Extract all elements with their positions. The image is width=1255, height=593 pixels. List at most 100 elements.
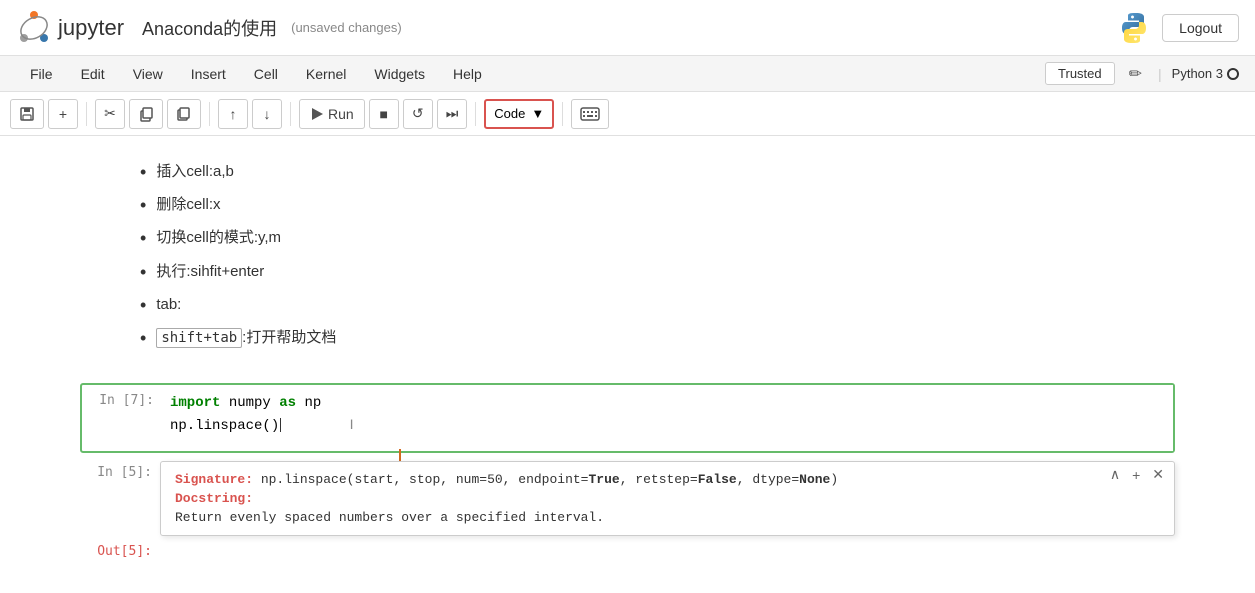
menubar: File Edit View Insert Cell Kernel Widget… xyxy=(0,56,1255,92)
keyword-as: as xyxy=(279,395,296,411)
docstring-line: Docstring: xyxy=(175,491,1160,506)
output-out-row: Out[5]: xyxy=(80,540,1175,559)
trusted-button[interactable]: Trusted xyxy=(1045,62,1115,85)
bullet-text-1: 插入cell:a,b xyxy=(156,160,234,184)
signature-label: Signature: xyxy=(175,472,253,487)
copy-icon xyxy=(138,106,154,122)
toolbar-separator-5 xyxy=(562,102,563,126)
toolbar-separator-1 xyxy=(86,102,87,126)
menu-widgets[interactable]: Widgets xyxy=(360,60,439,88)
menu-help[interactable]: Help xyxy=(439,60,496,88)
notebook-title[interactable]: Anaconda的使用 xyxy=(142,15,277,41)
topbar: jupyter Anaconda的使用 (unsaved changes) Lo… xyxy=(0,0,1255,56)
code-text-numpy: numpy xyxy=(229,395,279,411)
cell-type-select[interactable]: Code ▼ xyxy=(484,99,554,129)
output-out-sidebar: Out[5]: xyxy=(80,540,160,559)
list-item: • 插入cell:a,b xyxy=(140,160,1175,185)
docstring-label: Docstring: xyxy=(175,491,253,506)
out-label-5: Out[5]: xyxy=(97,544,152,559)
kernel-info: Python 3 xyxy=(1172,66,1239,81)
separator: | xyxy=(1158,66,1162,82)
list-item: • tab: xyxy=(140,293,1175,318)
logo-text: jupyter xyxy=(58,15,124,41)
bullet-dot: • xyxy=(140,260,146,285)
cut-button[interactable]: ✂ xyxy=(95,99,125,129)
tooltip-controls: ∧ + ✕ xyxy=(1108,466,1166,483)
code-linspace: np.linspace() xyxy=(170,418,281,434)
highlight-shift-tab: shift+tab xyxy=(156,328,242,348)
bullet-dot: • xyxy=(140,293,146,318)
logout-button[interactable]: Logout xyxy=(1162,14,1239,42)
docstring-text: Return evenly spaced numbers over a spec… xyxy=(175,510,1160,525)
list-item: • shift+tab:打开帮助文档 xyxy=(140,326,1175,351)
output-section: In [5]: ∧ + ✕ Signature: np.linspace(sta… xyxy=(80,461,1175,559)
topbar-right: Logout xyxy=(1116,10,1239,46)
signature-line: Signature: np.linspace(start, stop, num=… xyxy=(175,472,1160,487)
cell-input-7[interactable]: import numpy as np np.linspace() I xyxy=(162,385,1173,451)
keyboard-icon xyxy=(580,107,600,121)
menu-insert[interactable]: Insert xyxy=(177,60,240,88)
bullet-text-6: shift+tab:打开帮助文档 xyxy=(156,326,336,350)
output-in-sidebar: In [5]: xyxy=(80,461,160,480)
code-line-1: import numpy as np xyxy=(170,393,1165,414)
menu-edit[interactable]: Edit xyxy=(67,60,119,88)
keyword-import: import xyxy=(170,395,220,411)
notebook-content: • 插入cell:a,b • 删除cell:x • 切换cell的模式:y,m … xyxy=(0,152,1255,559)
menubar-left: File Edit View Insert Cell Kernel Widget… xyxy=(16,60,496,88)
toolbar-separator-2 xyxy=(209,102,210,126)
jupyter-logo: jupyter xyxy=(16,10,124,46)
tooltip-close-button[interactable]: ✕ xyxy=(1150,466,1166,483)
main-content: • 插入cell:a,b • 删除cell:x • 切换cell的模式:y,m … xyxy=(0,136,1255,593)
edit-notebook-icon[interactable]: ✏ xyxy=(1123,62,1148,86)
restart-button[interactable]: ↺ xyxy=(403,99,433,129)
move-down-button[interactable]: ↓ xyxy=(252,99,282,129)
code-text-np: np xyxy=(304,395,321,411)
toolbar-separator-4 xyxy=(475,102,476,126)
cell-sidebar-7: In [7]: xyxy=(82,385,162,451)
cursor xyxy=(280,418,281,432)
run-label: Run xyxy=(328,106,354,122)
menu-view[interactable]: View xyxy=(119,60,177,88)
kernel-label: Python 3 xyxy=(1172,66,1223,81)
menubar-right: Trusted ✏ | Python 3 xyxy=(1045,62,1239,86)
code-line-2: np.linspace() I xyxy=(170,414,1165,437)
list-item: • 删除cell:x xyxy=(140,193,1175,218)
save-button[interactable] xyxy=(10,99,44,129)
menu-file[interactable]: File xyxy=(16,60,67,88)
keyboard-shortcuts-button[interactable] xyxy=(571,99,609,129)
bullet-text-3: 切换cell的模式:y,m xyxy=(156,226,281,250)
python-logo-icon xyxy=(1116,10,1152,46)
move-up-button[interactable]: ↑ xyxy=(218,99,248,129)
stop-button[interactable]: ■ xyxy=(369,99,399,129)
restart-run-button[interactable]: ⏭ xyxy=(437,99,468,129)
topbar-left: jupyter Anaconda的使用 (unsaved changes) xyxy=(16,10,402,46)
run-icon xyxy=(310,107,324,121)
toolbar-separator-3 xyxy=(290,102,291,126)
kernel-status-icon xyxy=(1227,68,1239,80)
signature-text: np.linspace(start, stop, num=50, endpoin… xyxy=(261,472,838,487)
bullet-dot: • xyxy=(140,160,146,185)
menu-cell[interactable]: Cell xyxy=(240,60,292,88)
list-item: • 切换cell的模式:y,m xyxy=(140,226,1175,251)
tooltip-popup: ∧ + ✕ Signature: np.linspace(start, stop… xyxy=(160,461,1175,536)
tooltip-expand-button[interactable]: ∧ xyxy=(1108,466,1122,483)
jupyter-logo-icon xyxy=(16,10,52,46)
code-cell-7[interactable]: In [7]: import numpy as np np.linspace()… xyxy=(80,383,1175,453)
bullet-list-section: • 插入cell:a,b • 删除cell:x • 切换cell的模式:y,m … xyxy=(80,152,1175,375)
cell-type-arrow: ▼ xyxy=(531,106,544,121)
tooltip-add-button[interactable]: + xyxy=(1130,467,1142,483)
unsaved-changes: (unsaved changes) xyxy=(291,20,402,35)
bullet-text-5: tab: xyxy=(156,293,181,317)
in-label-7: In [7]: xyxy=(99,393,154,408)
run-button[interactable]: Run xyxy=(299,99,365,129)
paste-button[interactable] xyxy=(167,99,201,129)
save-icon xyxy=(19,106,35,122)
bullet-text-2: 删除cell:x xyxy=(156,193,220,217)
cell-type-label: Code xyxy=(494,106,525,121)
menu-kernel[interactable]: Kernel xyxy=(292,60,360,88)
cursor-indicator: I xyxy=(350,416,354,432)
add-cell-button[interactable]: + xyxy=(48,99,78,129)
paste-icon xyxy=(176,106,192,122)
list-item: • 执行:sihfit+enter xyxy=(140,260,1175,285)
copy-button[interactable] xyxy=(129,99,163,129)
